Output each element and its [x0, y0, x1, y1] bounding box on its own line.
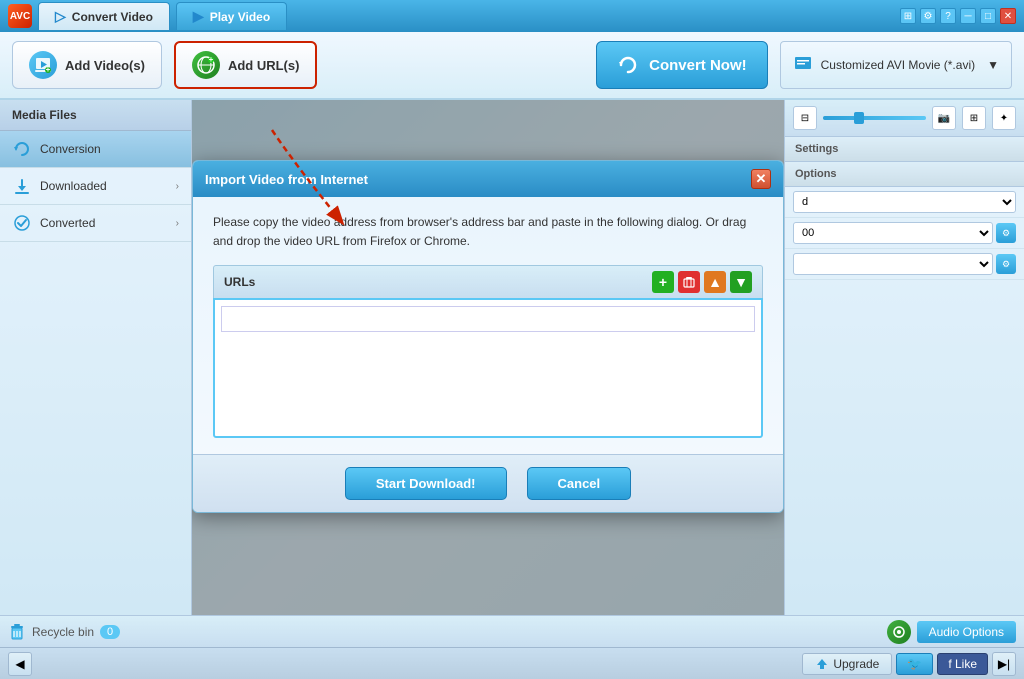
content-area: Import Video from Internet ✕ Please copy…: [192, 100, 784, 615]
title-bar-left: AVC ▷ Convert Video ▶ Play Video: [8, 2, 894, 30]
svg-text:+: +: [46, 65, 51, 74]
nav-prev-button[interactable]: ◀: [8, 652, 32, 676]
crop-icon-btn[interactable]: ⊞: [962, 106, 986, 130]
modal-body: Please copy the video address from brows…: [193, 197, 783, 454]
status-bar: Recycle bin 0 Audio Options: [0, 615, 1024, 647]
cancel-button[interactable]: Cancel: [527, 467, 632, 500]
conversion-icon: [12, 139, 32, 159]
url-delete-button[interactable]: [678, 271, 700, 293]
monitor-icon-btn[interactable]: ⊞: [900, 8, 916, 24]
add-url-icon: +: [192, 51, 220, 79]
url-action-buttons: + ▲ ▼: [652, 271, 752, 293]
converted-arrow: ›: [176, 218, 179, 229]
convert-now-button[interactable]: Convert Now!: [596, 41, 768, 89]
modal-overlay: Import Video from Internet ✕ Please copy…: [192, 100, 784, 615]
url-move-up-button[interactable]: ▲: [704, 271, 726, 293]
right-panel-options-header: Options: [785, 162, 1024, 187]
upgrade-button[interactable]: Upgrade: [802, 653, 892, 675]
settings-icon-btn[interactable]: ⚙: [920, 8, 936, 24]
twitter-button[interactable]: 🐦: [896, 653, 933, 675]
help-icon-btn[interactable]: ?: [940, 8, 956, 24]
url-input-field[interactable]: [221, 306, 755, 332]
sidebar: Media Files Conversion Downloaded › Conv…: [0, 100, 192, 615]
urls-label: URLs: [224, 275, 255, 289]
right-panel-row-2: 00 ⚙: [785, 218, 1024, 249]
recycle-count-badge: 0: [100, 625, 120, 639]
add-videos-button[interactable]: + Add Video(s): [12, 41, 162, 89]
modal-footer: Start Download! Cancel: [193, 454, 783, 512]
framerate-settings-button[interactable]: ⚙: [996, 223, 1016, 243]
audio-options-button[interactable]: Audio Options: [917, 621, 1016, 643]
url-section-header: URLs + ▲ ▼: [213, 265, 763, 298]
effect-icon-btn[interactable]: ✦: [992, 106, 1016, 130]
facebook-button[interactable]: f Like: [937, 653, 988, 675]
downloaded-arrow: ›: [176, 181, 179, 192]
right-panel: ⊟ 📷 ⊞ ✦ Settings Options d 00 ⚙ ⚙: [784, 100, 1024, 615]
url-move-down-button[interactable]: ▼: [730, 271, 752, 293]
tab-convert-video[interactable]: ▷ Convert Video: [38, 2, 170, 30]
download-icon: [12, 176, 32, 196]
slider-icon-btn[interactable]: ⊟: [793, 106, 817, 130]
app-logo: AVC: [8, 4, 32, 28]
toolbar: + Add Video(s) + Add URL(s) Convert Now!…: [0, 32, 1024, 100]
modal-description: Please copy the video address from brows…: [213, 213, 763, 251]
audio-options-icon: [887, 620, 911, 644]
svg-text:+: +: [209, 55, 214, 64]
modal-header: Import Video from Internet ✕: [193, 161, 783, 197]
title-bar: AVC ▷ Convert Video ▶ Play Video ⊞ ⚙ ? ─…: [0, 0, 1024, 32]
screenshot-icon-btn[interactable]: 📷: [932, 106, 956, 130]
standard-select[interactable]: d: [793, 191, 1016, 213]
converted-icon: [12, 213, 32, 233]
status-bar-right: Audio Options: [887, 620, 1016, 644]
progress-slider[interactable]: [823, 116, 926, 120]
format-dropdown[interactable]: Customized AVI Movie (*.avi) ▼: [780, 41, 1012, 89]
minimize-button[interactable]: ─: [960, 8, 976, 24]
right-panel-row-1: d: [785, 187, 1024, 218]
nav-bar: ◀ Upgrade 🐦 f Like ▶|: [0, 647, 1024, 679]
upgrade-icon: [815, 657, 829, 671]
start-download-button[interactable]: Start Download!: [345, 467, 507, 500]
restore-button[interactable]: □: [980, 8, 996, 24]
format-dropdown-arrow: ▼: [987, 58, 999, 72]
tab-play-video[interactable]: ▶ Play Video: [176, 2, 287, 30]
extra-settings-button[interactable]: ⚙: [996, 254, 1016, 274]
import-video-modal: Import Video from Internet ✕ Please copy…: [192, 160, 784, 513]
add-url-button[interactable]: + Add URL(s): [174, 41, 318, 89]
modal-close-button[interactable]: ✕: [751, 169, 771, 189]
main-content: Media Files Conversion Downloaded › Conv…: [0, 100, 1024, 615]
url-input-area: [213, 298, 763, 438]
title-bar-controls: ⊞ ⚙ ? ─ □ ✕: [900, 8, 1016, 24]
recycle-bin-label: Recycle bin: [32, 625, 94, 639]
recycle-bin-area[interactable]: Recycle bin 0: [8, 623, 120, 641]
url-add-button[interactable]: +: [652, 271, 674, 293]
sidebar-item-downloaded[interactable]: Downloaded ›: [0, 168, 191, 205]
nav-next-button[interactable]: ▶|: [992, 652, 1016, 676]
add-videos-icon: +: [29, 51, 57, 79]
recycle-bin-icon: [8, 623, 26, 641]
right-panel-settings-header: Settings: [785, 137, 1024, 162]
right-panel-toolbar: ⊟ 📷 ⊞ ✦: [785, 100, 1024, 137]
sidebar-item-converted[interactable]: Converted ›: [0, 205, 191, 242]
right-panel-row-3: ⚙: [785, 249, 1024, 280]
sidebar-item-conversion[interactable]: Conversion: [0, 131, 191, 168]
sidebar-header: Media Files: [0, 100, 191, 131]
framerate-select[interactable]: 00: [793, 222, 993, 244]
extra-select[interactable]: [793, 253, 993, 275]
close-button[interactable]: ✕: [1000, 8, 1016, 24]
